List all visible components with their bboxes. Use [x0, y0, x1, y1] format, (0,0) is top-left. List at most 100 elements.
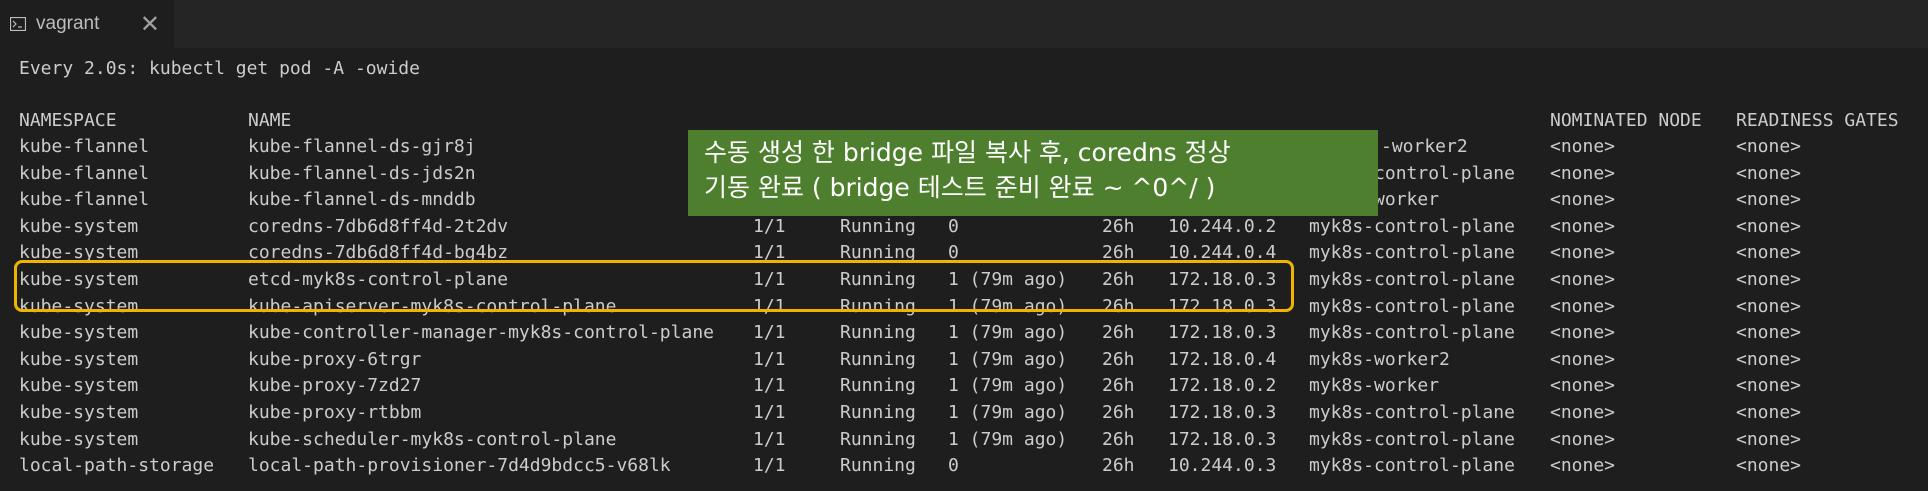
cell-readiness-gates: <none> [1736, 428, 1802, 450]
cell-ip: 172.18.0.3 [1168, 402, 1277, 423]
cell-readiness-gates: <none> [1736, 455, 1802, 477]
header-name: NAME [248, 110, 292, 131]
table-row: local-path-storage local-path-provisioner… [0, 453, 1928, 479]
coredns-highlight-box [14, 260, 1294, 312]
cell-node: myk8s-control-plane [1309, 402, 1515, 423]
cell-nominated-node: <none> [1550, 375, 1616, 397]
cell-nominated-node: <none> [1550, 242, 1616, 264]
cell-age: 26h [1102, 322, 1135, 344]
cell-status: Running [840, 322, 916, 344]
cell-name: kube-proxy-rtbbm [248, 402, 422, 423]
cell-namespace: kube-system [19, 322, 139, 344]
cell-ready: 1/1 [753, 428, 786, 450]
cell-readiness-gates: <none> [1736, 162, 1802, 184]
table-row: kube-system kube-proxy-7zd27 1/1 Running 1 (… [0, 373, 1928, 399]
cell-restarts: 1 (79m ago) [948, 428, 1068, 450]
tab-vagrant[interactable]: vagrant ✕ [0, 0, 174, 48]
callout-line-2: 기동 완료 ( bridge 테스트 준비 완료 ~ ^0^/ ) [704, 173, 1216, 202]
cell-ip: 172.18.0.4 [1168, 348, 1277, 370]
cell-ready: 1/1 [753, 402, 786, 423]
cell-restarts: 0 [948, 215, 959, 237]
cell-restarts: 1 (79m ago) [948, 348, 1068, 370]
tab-title: vagrant [36, 13, 100, 34]
cell-namespace: kube-flannel [19, 162, 150, 184]
header-namespace: NAMESPACE [19, 110, 117, 131]
cell-age: 26h [1102, 375, 1135, 397]
cell-node: myk8s-control-plane [1309, 215, 1515, 237]
cell-node: myk8s-control-plane [1309, 295, 1515, 317]
cell-ip: 172.18.0.3 [1168, 428, 1277, 450]
cell-ip: 172.18.0.3 [1168, 322, 1277, 344]
cell-node: -worker2 [1381, 136, 1468, 157]
cell-nominated-node: <none> [1550, 295, 1616, 317]
cell-nominated-node: <none> [1550, 189, 1616, 211]
cell-node: myk8s-control-plane [1309, 269, 1515, 290]
cell-status: Running [840, 348, 916, 370]
cell-readiness-gates: <none> [1736, 242, 1802, 264]
cell-name: coredns-7db6d8ff4d-2t2dv [248, 215, 509, 237]
cell-node: myk8s-control-plane [1309, 242, 1515, 264]
cell-namespace: kube-system [19, 402, 139, 423]
cell-ready: 1/1 [753, 375, 786, 397]
cell-ip: 172.18.0.2 [1168, 375, 1277, 397]
cell-node: myk8s-worker [1309, 375, 1440, 397]
command-line: Every 2.0s: kubectl get pod -A -owide [19, 58, 420, 79]
cell-namespace: local-path-storage [19, 455, 215, 477]
cell-nominated-node: <none> [1550, 428, 1616, 450]
table-row: kube-system kube-proxy-6trgr 1/1 Running 1 (… [0, 347, 1928, 373]
cell-age: 26h [1102, 428, 1135, 450]
cell-readiness-gates: <none> [1736, 402, 1802, 423]
cell-name: kube-scheduler-myk8s-control-plane [248, 428, 617, 450]
cell-readiness-gates: <none> [1736, 189, 1802, 211]
cell-name: kube-proxy-7zd27 [248, 375, 422, 397]
cell-status: Running [840, 428, 916, 450]
annotation-callout: 수동 생성 한 bridge 파일 복사 후, coredns 정상 기동 완료… [688, 130, 1378, 216]
cell-status: Running [840, 402, 916, 423]
cell-readiness-gates: <none> [1736, 375, 1802, 397]
cell-name: kube-flannel-ds-gjr8j [248, 136, 476, 157]
cell-node: myk8s-control-plane [1309, 455, 1515, 477]
cell-nominated-node: <none> [1550, 136, 1616, 157]
cell-readiness-gates: <none> [1736, 136, 1802, 157]
cell-nominated-node: <none> [1550, 402, 1616, 423]
cell-restarts: 1 (79m ago) [948, 322, 1068, 344]
cell-readiness-gates: <none> [1736, 295, 1802, 317]
cell-readiness-gates: <none> [1736, 269, 1802, 290]
cell-namespace: kube-system [19, 375, 139, 397]
cell-restarts: 1 (79m ago) [948, 402, 1068, 423]
cell-readiness-gates: <none> [1736, 348, 1802, 370]
cell-name: kube-flannel-ds-mnddb [248, 189, 476, 211]
cell-name: local-path-provisioner-7d4d9bdcc5-v68lk [248, 455, 671, 477]
terminal-output[interactable]: Every 2.0s: kubectl get pod -A -owide NA… [0, 48, 1928, 491]
cell-nominated-node: <none> [1550, 455, 1616, 477]
cell-status: Running [840, 375, 916, 397]
cell-ready: 1/1 [753, 455, 786, 477]
table-row: kube-system kube-proxy-rtbbm 1/1 Running 1 (… [0, 400, 1928, 426]
cell-status: Running [840, 455, 916, 477]
cell-age: 26h [1102, 455, 1135, 477]
cell-node: myk8s-control-plane [1309, 322, 1515, 344]
cell-readiness-gates: <none> [1736, 322, 1802, 344]
cell-node: myk8s-control-plane [1309, 428, 1515, 450]
cell-readiness-gates: <none> [1736, 215, 1802, 237]
table-row: kube-system coredns-7db6d8ff4d-2t2dv 1/1 Ru… [0, 214, 1928, 240]
cell-age: 26h [1102, 348, 1135, 370]
terminal-icon [10, 17, 26, 31]
close-icon[interactable]: ✕ [140, 10, 160, 38]
table-row: kube-system kube-scheduler-myk8s-control-… [0, 427, 1928, 453]
cell-namespace: kube-system [19, 215, 139, 237]
cell-name: kube-proxy-6trgr [248, 348, 422, 370]
cell-namespace: kube-flannel [19, 136, 150, 157]
cell-nominated-node: <none> [1550, 162, 1616, 184]
cell-age: 26h [1102, 402, 1135, 423]
table-row: kube-system kube-controller-manager-myk8s… [0, 320, 1928, 346]
cell-nominated-node: <none> [1550, 348, 1616, 370]
cell-age: 26h [1102, 215, 1135, 237]
cell-ready: 1/1 [753, 215, 786, 237]
cell-namespace: kube-system [19, 428, 139, 450]
cell-namespace: kube-system [19, 348, 139, 370]
header-readiness-gates: READINESS GATES [1736, 110, 1899, 131]
tab-bar: vagrant ✕ [0, 0, 1928, 48]
cell-ready: 1/1 [753, 348, 786, 370]
cell-namespace: kube-flannel [19, 189, 150, 211]
